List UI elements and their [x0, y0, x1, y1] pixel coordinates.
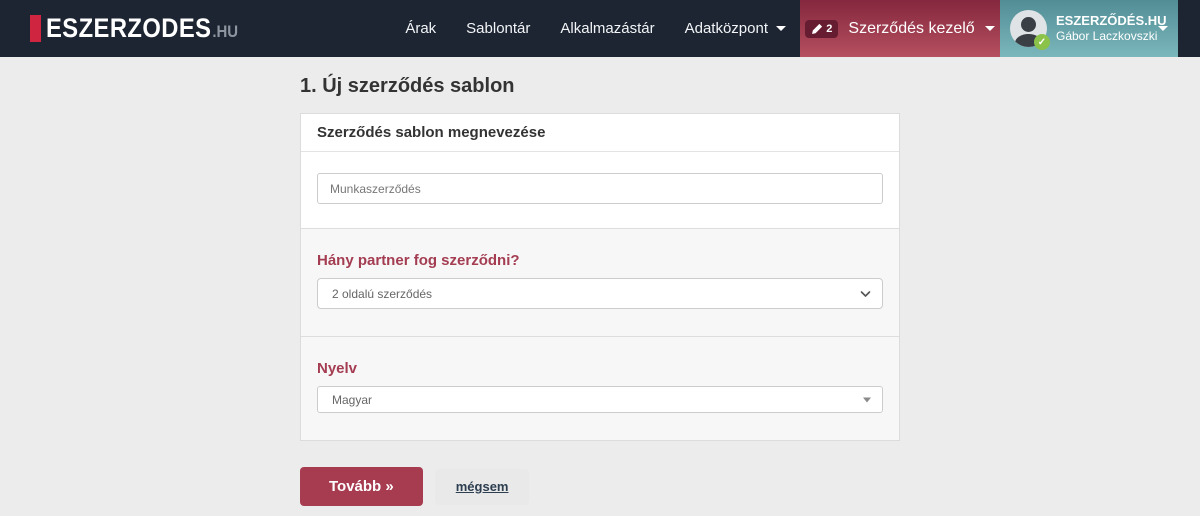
- chevron-down-icon: [984, 26, 995, 31]
- language-select[interactable]: Magyar: [317, 386, 883, 413]
- user-menu-button[interactable]: ✓ ESZERZŐDÉS.HU Gábor Laczkovszki: [1000, 0, 1178, 57]
- language-label: Nyelv: [317, 360, 358, 377]
- nav-item-label: Adatközpont: [684, 20, 768, 37]
- template-name-input[interactable]: [317, 173, 883, 204]
- navbar-end-spacer: [1178, 0, 1200, 57]
- contract-count: 2: [826, 22, 833, 35]
- language-selected-value: Magyar: [332, 392, 373, 407]
- partner-count-selected-value: 2 oldalú szerződés: [332, 286, 433, 301]
- partner-count-section: Hány partner fog szerződni? 2 oldalú sze…: [301, 228, 899, 336]
- nav-item-label: Alkalmazástár: [560, 20, 655, 37]
- avatar: ✓: [1010, 10, 1050, 50]
- main-content: 1. Új szerződés sablon Szerződés sablon …: [300, 75, 900, 506]
- template-form-card: Szerződés sablon megnevezése Hány partne…: [300, 113, 900, 441]
- nav-links: Árak Sablontár Alkalmazástár Adatközpont: [405, 0, 800, 57]
- avatar-status-badge-icon: ✓: [1034, 34, 1050, 50]
- chevron-down-icon: [860, 290, 871, 297]
- nav-item-adatkozpont[interactable]: Adatközpont: [685, 20, 786, 37]
- triangle-down-icon: [863, 397, 871, 402]
- user-texts: ESZERZŐDÉS.HU Gábor Laczkovszki: [1056, 12, 1167, 44]
- contract-count-badge: 2: [805, 19, 839, 38]
- logo-text: ESZERZODES: [46, 13, 212, 43]
- user-org-label: ESZERZŐDÉS.HU: [1056, 12, 1167, 28]
- top-navbar: ESZERZODES .HU Árak Sablontár Alkalmazás…: [0, 0, 1200, 57]
- logo-wordmark: ESZERZODES .HU: [46, 13, 238, 44]
- nav-item-alkalmazastar[interactable]: Alkalmazástár: [560, 20, 654, 37]
- user-name-label: Gábor Laczkovszki: [1056, 29, 1158, 44]
- template-name-section: [301, 152, 899, 228]
- logo-red-bar-icon: [30, 15, 41, 42]
- nav-item-sablontar[interactable]: Sablontár: [466, 20, 530, 37]
- nav-item-label: Sablontár: [466, 20, 531, 37]
- chevron-down-icon: [1158, 26, 1168, 31]
- next-button[interactable]: Tovább »: [300, 467, 423, 506]
- logo[interactable]: ESZERZODES .HU: [0, 0, 264, 57]
- form-actions: Tovább » mégsem: [300, 467, 900, 506]
- contract-manager-label: Szerződés kezelő: [848, 19, 975, 37]
- contract-manager-button[interactable]: 2 Szerződés kezelő: [800, 0, 1000, 57]
- card-header: Szerződés sablon megnevezése: [301, 114, 899, 152]
- partner-count-select[interactable]: 2 oldalú szerződés: [317, 278, 883, 309]
- chevron-down-icon: [776, 26, 786, 31]
- partner-count-label: Hány partner fog szerződni?: [317, 252, 520, 269]
- cancel-button[interactable]: mégsem: [434, 468, 530, 505]
- page-title: 1. Új szerződés sablon: [300, 75, 515, 97]
- language-section: Nyelv Magyar: [301, 336, 899, 440]
- nav-item-label: Árak: [405, 20, 437, 37]
- logo-tld: .HU: [212, 22, 239, 41]
- nav-item-arak[interactable]: Árak: [405, 20, 436, 37]
- pen-icon: [812, 23, 823, 34]
